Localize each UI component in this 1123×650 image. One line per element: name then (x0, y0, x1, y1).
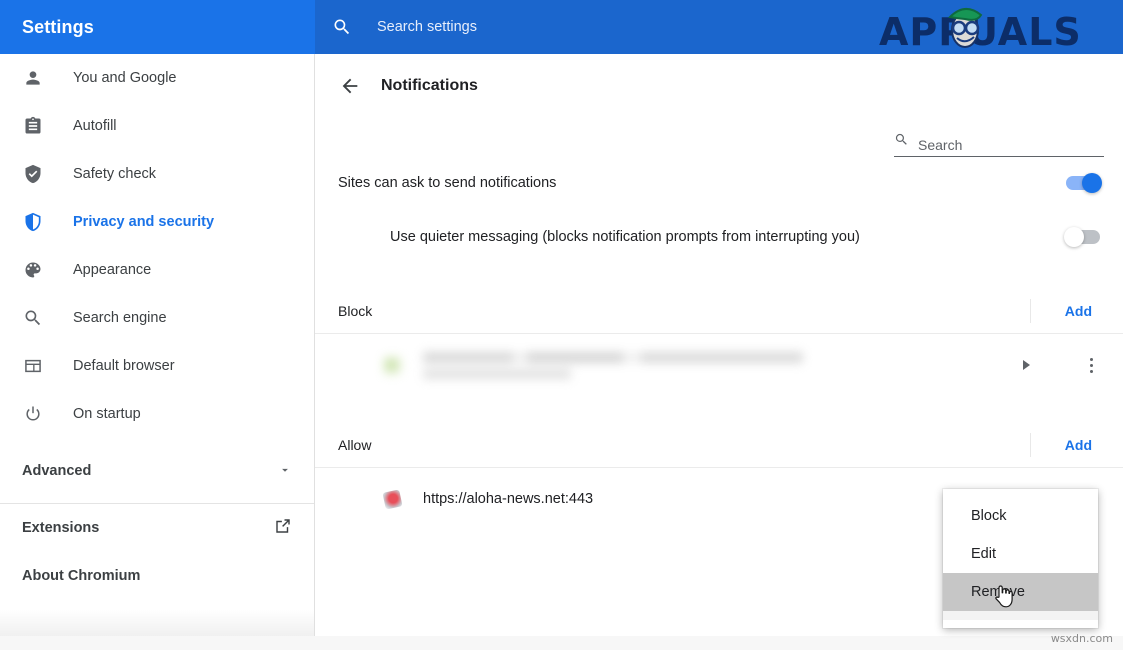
toggle-quieter-messaging[interactable] (1064, 227, 1100, 247)
allow-add-wrap: Add (1029, 432, 1100, 457)
settings-search-placeholder: Search (918, 137, 963, 153)
sidebar-item-label: Default browser (73, 358, 175, 374)
browser-window-icon (22, 355, 44, 377)
context-menu-item-label: Edit (971, 546, 996, 562)
sidebar-item-you-and-google[interactable]: You and Google (0, 54, 314, 102)
app-title: Settings (22, 16, 94, 37)
redacted-site-entry (384, 351, 1023, 379)
search-icon (894, 132, 909, 152)
toggle-knob (1064, 227, 1084, 247)
main-content: Notifications Search Sites can ask to se… (315, 54, 1123, 650)
block-section-title: Block (338, 302, 373, 319)
sidebar-item-label: On startup (73, 406, 141, 422)
page-bottom-strip (0, 636, 1123, 650)
table-row[interactable] (315, 334, 1123, 396)
bottom-watermark: wsxdn.com (1050, 632, 1113, 645)
block-section-header: Block Add (315, 288, 1123, 334)
palette-icon (22, 259, 44, 281)
site-favicon (382, 488, 403, 510)
divider (1029, 298, 1031, 323)
back-arrow-icon[interactable] (337, 73, 363, 99)
sidebar-item-label: Appearance (73, 262, 152, 278)
setting-label: Use quieter messaging (blocks notificati… (390, 229, 860, 245)
clipboard-icon (22, 115, 44, 137)
context-menu-item-remove[interactable]: Remove (943, 573, 1098, 611)
sidebar: You and Google Autofill Safety check Pri… (0, 54, 315, 650)
sidebar-item-safety-check[interactable]: Safety check (0, 150, 314, 198)
allow-section-title: Allow (338, 436, 372, 453)
redacted-text (423, 351, 803, 379)
setting-label: Sites can ask to send notifications (338, 175, 557, 191)
person-icon (22, 67, 44, 89)
external-link-icon (274, 517, 292, 539)
power-icon (22, 403, 44, 425)
about-chromium-label: About Chromium (22, 568, 141, 584)
extensions-label: Extensions (22, 520, 100, 536)
sidebar-item-label: You and Google (73, 70, 177, 86)
sidebar-item-autofill[interactable]: Autofill (0, 102, 314, 150)
row-actions (1023, 357, 1100, 373)
setting-row-sites-can-ask: Sites can ask to send notifications (315, 156, 1123, 210)
context-menu-item-label: Block (971, 508, 1007, 524)
sidebar-item-advanced[interactable]: Advanced (0, 447, 314, 495)
settings-search-input[interactable]: Search (894, 132, 1104, 157)
sidebar-item-label: Search engine (73, 310, 167, 326)
sidebar-item-search-engine[interactable]: Search engine (0, 294, 314, 342)
block-add-wrap: Add (1029, 298, 1100, 323)
sidebar-item-on-startup[interactable]: On startup (0, 390, 314, 438)
shield-half-icon (22, 211, 44, 233)
search-icon (22, 307, 44, 329)
global-search-placeholder: Search settings (377, 19, 477, 35)
global-search-bar[interactable]: Search settings (315, 0, 1123, 54)
sidebar-item-appearance[interactable]: Appearance (0, 246, 314, 294)
toggle-sites-can-ask[interactable] (1066, 173, 1102, 193)
redacted-line (423, 351, 803, 363)
allow-section-header: Allow Add (315, 422, 1123, 468)
kebab-menu-icon[interactable] (1082, 357, 1100, 373)
advanced-label: Advanced (22, 463, 92, 479)
sidebar-item-about-chromium[interactable]: About Chromium (0, 552, 314, 600)
sidebar-item-label: Safety check (73, 166, 157, 182)
setting-row-quieter-messaging: Use quieter messaging (blocks notificati… (315, 210, 1123, 264)
sidebar-item-default-browser[interactable]: Default browser (0, 342, 314, 390)
chevron-down-icon (278, 463, 292, 480)
settings-window: Settings Search settings APPUALS You and… (0, 0, 1123, 650)
body: You and Google Autofill Safety check Pri… (0, 54, 1123, 650)
context-menu: Block Edit Remove (943, 489, 1098, 628)
sidebar-item-extensions[interactable]: Extensions (0, 504, 314, 552)
context-menu-item-edit[interactable]: Edit (943, 535, 1098, 573)
sidebar-item-label: Autofill (73, 118, 117, 134)
context-menu-item-label: Remove (971, 584, 1025, 600)
site-favicon (384, 356, 401, 374)
context-menu-item-block[interactable]: Block (943, 497, 1098, 535)
expand-triangle-icon[interactable] (1023, 360, 1030, 370)
toggle-knob (1082, 173, 1102, 193)
main-header: Notifications (315, 54, 1123, 118)
shield-check-icon (22, 163, 44, 185)
top-bar: Settings Search settings (0, 0, 1123, 54)
context-menu-footer (943, 611, 1098, 620)
search-icon (332, 17, 352, 37)
page-title: Notifications (381, 77, 478, 94)
redacted-line (423, 368, 571, 379)
sidebar-item-privacy-and-security[interactable]: Privacy and security (0, 198, 314, 246)
allow-add-button[interactable]: Add (1057, 433, 1100, 457)
divider (1029, 432, 1031, 457)
block-add-button[interactable]: Add (1057, 299, 1100, 323)
sidebar-item-label: Privacy and security (73, 214, 215, 230)
